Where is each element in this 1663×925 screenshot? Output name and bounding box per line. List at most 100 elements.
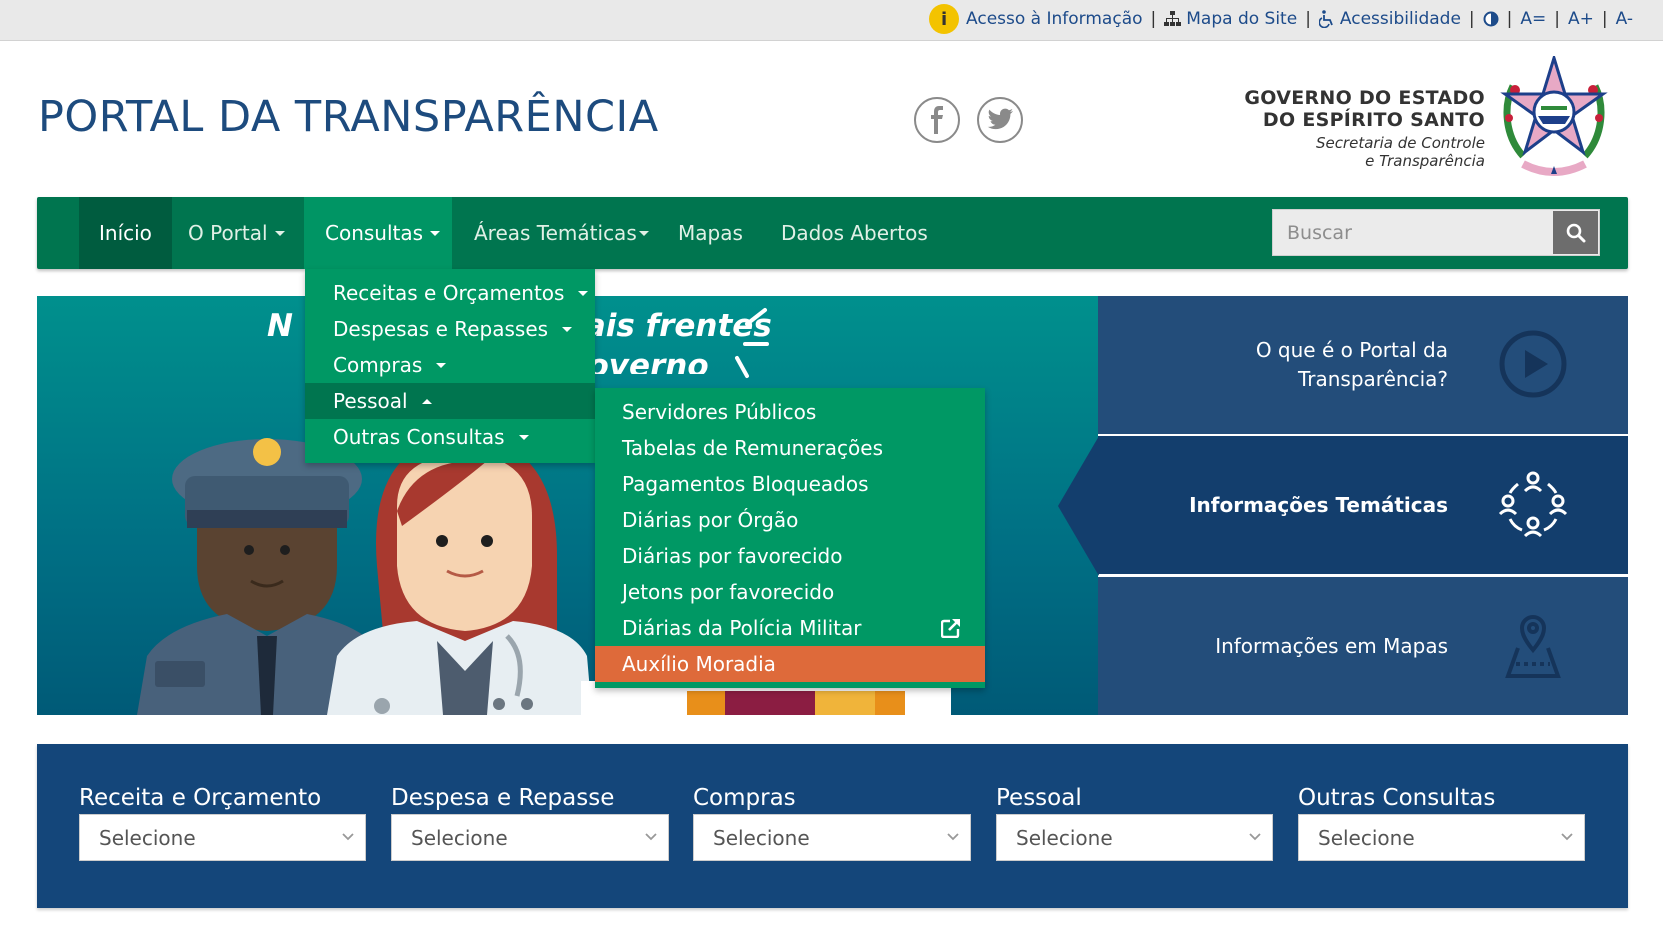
nav-home-label: Início <box>99 221 152 245</box>
search-input[interactable] <box>1273 210 1553 255</box>
separator: | <box>1305 9 1311 29</box>
external-link-icon <box>941 619 960 638</box>
menu-item-label: Pessoal <box>333 389 408 413</box>
sitemap-icon <box>1164 11 1182 26</box>
submenu-item-label: Diárias por favorecido <box>622 544 843 568</box>
caret-down-icon <box>436 362 447 368</box>
filter-panel: Receita e Orçamento Selecione Despesa e … <box>37 744 1628 908</box>
menu-despesas-repasses[interactable]: Despesas e Repasses <box>305 311 595 347</box>
info-icon: i <box>929 4 960 34</box>
nav-o-portal-label: O Portal <box>188 221 268 245</box>
font-increase-button[interactable]: A+ <box>1568 9 1594 29</box>
filter-label: Despesa e Repasse <box>391 785 615 811</box>
submenu-tabelas-remuneracoes[interactable]: Tabelas de Remunerações <box>595 430 985 466</box>
panel-about-portal[interactable]: O que é o Portal da Transparência? <box>1098 296 1628 434</box>
filter-select-receita[interactable]: Selecione <box>79 814 366 861</box>
nav-mapas[interactable]: Mapas <box>657 197 764 269</box>
government-logo[interactable]: GOVERNO DO ESTADO DO ESPÍRITO SANTO Secr… <box>1240 56 1615 182</box>
contrast-icon <box>1483 11 1499 27</box>
separator: | <box>1468 9 1475 29</box>
filter-select-value: Selecione <box>1318 825 1415 850</box>
people-network-icon <box>1498 471 1568 538</box>
menu-item-label: Outras Consultas <box>333 425 505 449</box>
menu-compras[interactable]: Compras <box>305 347 595 383</box>
menu-receitas-orcamentos[interactable]: Receitas e Orçamentos <box>305 275 595 311</box>
search-box <box>1272 209 1600 256</box>
contrast-toggle[interactable] <box>1483 11 1499 27</box>
gov-name-line2: DO ESPÍRITO SANTO <box>1262 109 1485 131</box>
caret-down-icon <box>578 290 589 296</box>
filter-despesa-repasse: Despesa e Repasse Selecione <box>391 784 669 861</box>
menu-pessoal[interactable]: Pessoal <box>305 383 595 419</box>
separator: | <box>1506 9 1513 29</box>
search-button[interactable] <box>1553 211 1598 254</box>
nav-home[interactable]: Início <box>79 197 172 269</box>
filter-select-value: Selecione <box>411 825 508 850</box>
panel-maps-info[interactable]: Informações em Mapas <box>1098 577 1628 715</box>
filter-select-despesa[interactable]: Selecione <box>391 814 669 861</box>
filter-pessoal: Pessoal Selecione <box>996 784 1273 861</box>
filter-select-value: Selecione <box>99 825 196 850</box>
menu-outras-consultas[interactable]: Outras Consultas <box>305 419 595 455</box>
nav-areas-tematicas[interactable]: Áreas Temáticas <box>453 197 670 269</box>
site-title[interactable]: PORTAL DA TRANSPARÊNCIA <box>38 92 659 142</box>
font-decrease-button[interactable]: A- <box>1616 9 1633 29</box>
caret-down-icon <box>274 230 285 236</box>
separator: | <box>1150 9 1157 29</box>
filter-select-outras[interactable]: Selecione <box>1298 814 1585 861</box>
panel-maps-label: Informações em Mapas <box>1215 633 1448 658</box>
site-map-link[interactable]: Mapa do Site <box>1164 9 1297 29</box>
gov-name-line1: GOVERNO DO ESTADO <box>1244 87 1485 109</box>
facebook-icon <box>931 106 943 134</box>
filter-receita-orcamento: Receita e Orçamento Selecione <box>79 784 366 861</box>
chevron-down-icon <box>645 833 657 841</box>
caret-down-icon <box>518 434 529 440</box>
gov-secretariat-line1: Secretaria de Controle <box>1315 134 1485 152</box>
nav-consultas-label: Consultas <box>325 221 424 245</box>
facebook-link[interactable] <box>914 97 960 143</box>
submenu-jetons-favorecido[interactable]: Jetons por favorecido <box>595 574 985 610</box>
submenu-item-label: Diárias por Órgão <box>622 508 799 532</box>
submenu-item-label: Diárias da Polícia Militar <box>622 616 862 640</box>
submenu-item-label: Pagamentos Bloqueados <box>622 472 869 496</box>
twitter-link[interactable] <box>977 97 1023 143</box>
filter-label: Pessoal <box>996 785 1082 811</box>
filter-label: Outras Consultas <box>1298 785 1496 811</box>
utility-links: i Acesso à Informação | Mapa do Site | A… <box>929 0 1633 38</box>
submenu-pagamentos-bloqueados[interactable]: Pagamentos Bloqueados <box>595 466 985 502</box>
access-info-label: Acesso à Informação <box>966 9 1143 29</box>
chevron-down-icon <box>947 833 959 841</box>
separator: | <box>1601 9 1608 29</box>
filter-select-pessoal[interactable]: Selecione <box>996 814 1273 861</box>
nav-dados-abertos[interactable]: Dados Abertos <box>760 197 949 269</box>
nav-o-portal[interactable]: O Portal <box>167 197 306 269</box>
panel-selected-arrow <box>1058 436 1099 576</box>
map-pin-icon <box>1505 615 1561 678</box>
submenu-item-label: Auxílio Moradia <box>622 652 776 676</box>
submenu-diarias-policia-militar[interactable]: Diárias da Polícia Militar <box>595 610 985 646</box>
submenu-diarias-orgao[interactable]: Diárias por Órgão <box>595 502 985 538</box>
caret-up-icon <box>421 398 432 404</box>
pessoal-submenu: Servidores Públicos Tabelas de Remuneraç… <box>595 388 985 688</box>
panel-about-label: O que é o Portal da Transparência? <box>1256 336 1448 394</box>
submenu-diarias-favorecido[interactable]: Diárias por favorecido <box>595 538 985 574</box>
submenu-item-label: Tabelas de Remunerações <box>622 436 883 460</box>
accessibility-link[interactable]: Acessibilidade <box>1318 9 1461 29</box>
submenu-item-label: Jetons por favorecido <box>622 580 835 604</box>
panel-about-line2: Transparência? <box>1298 367 1448 391</box>
filter-select-compras[interactable]: Selecione <box>693 814 971 861</box>
state-crest-icon <box>1500 56 1608 176</box>
submenu-auxilio-moradia[interactable]: Auxílio Moradia <box>595 646 985 682</box>
chevron-down-icon <box>1561 833 1573 841</box>
menu-item-label: Compras <box>333 353 423 377</box>
nav-dados-abertos-label: Dados Abertos <box>781 221 928 245</box>
menu-item-label: Receitas e Orçamentos <box>333 281 565 305</box>
submenu-item-label: Servidores Públicos <box>622 400 817 424</box>
submenu-servidores-publicos[interactable]: Servidores Públicos <box>595 394 985 430</box>
panel-thematic-info[interactable]: Informações Temáticas <box>1098 436 1628 574</box>
filter-select-value: Selecione <box>1016 825 1113 850</box>
access-info-link[interactable]: i Acesso à Informação <box>929 4 1143 34</box>
wheelchair-icon <box>1318 10 1333 28</box>
nav-consultas[interactable]: Consultas <box>304 197 452 269</box>
font-reset-button[interactable]: A= <box>1520 9 1546 29</box>
